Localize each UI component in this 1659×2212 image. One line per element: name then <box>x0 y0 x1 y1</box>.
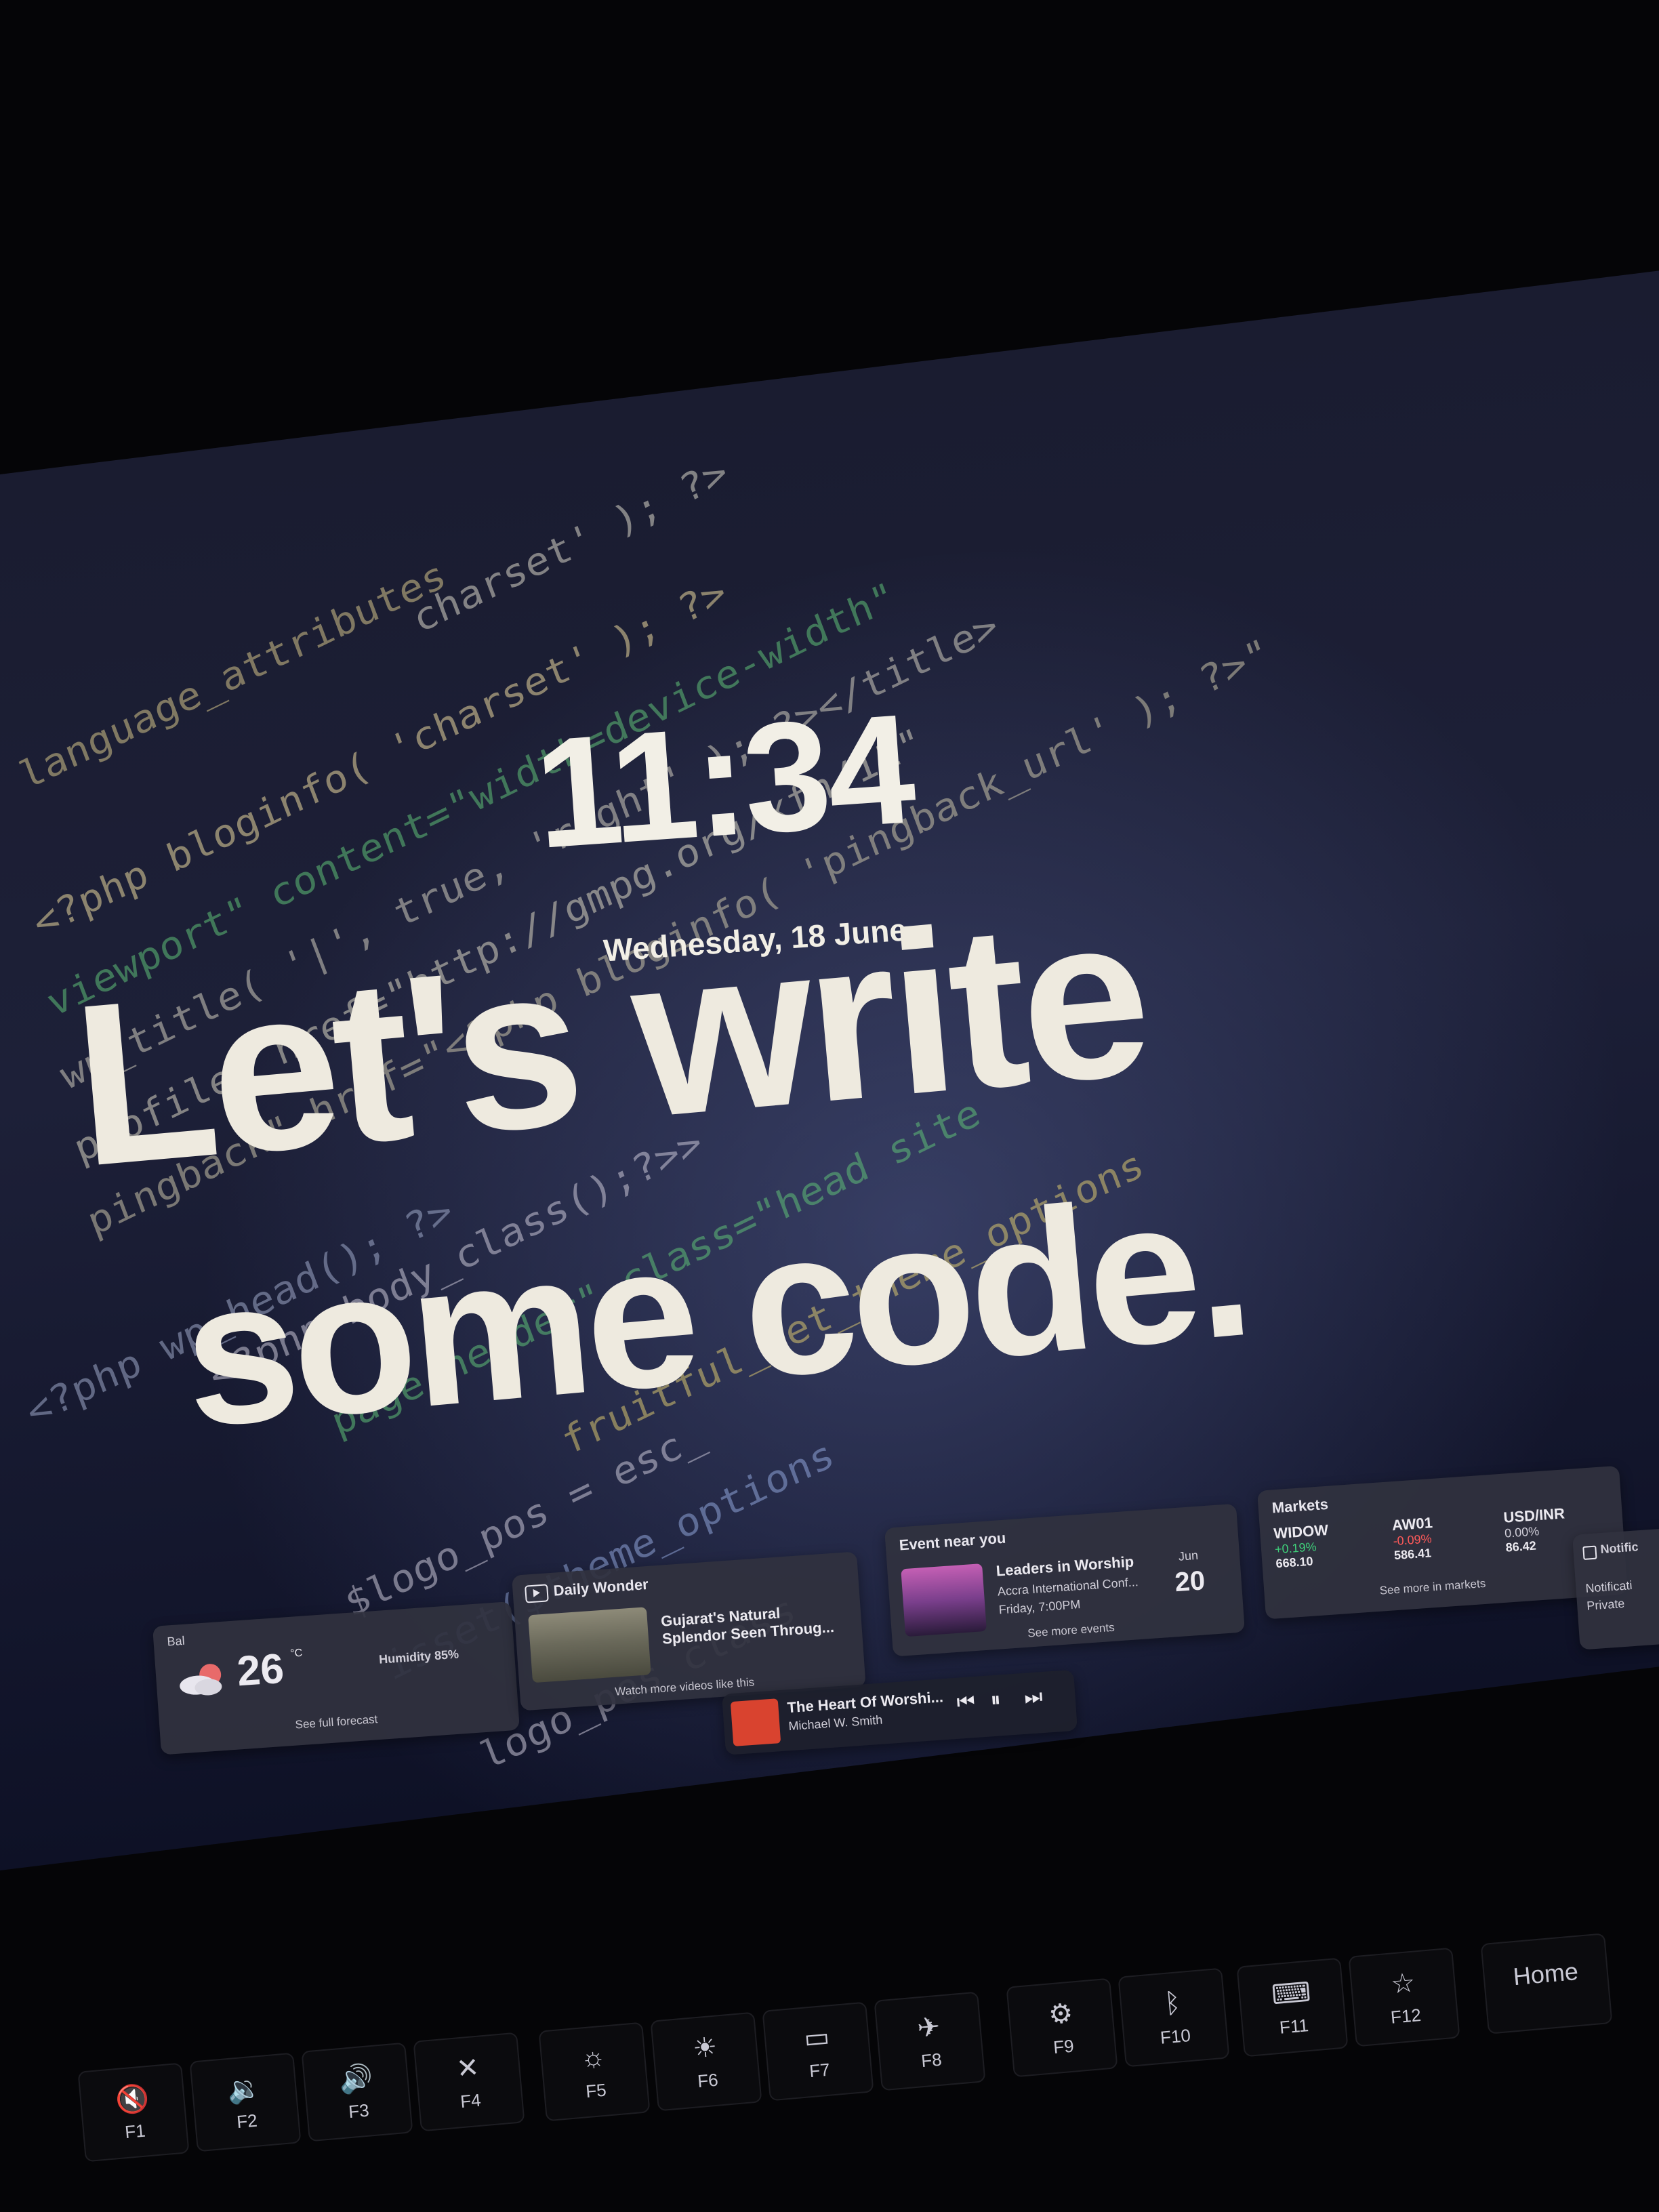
volume-down-icon: 🔉 <box>226 2072 263 2106</box>
markets-title: Markets <box>1271 1495 1329 1517</box>
key-f9[interactable]: ⚙ F9 <box>1006 1978 1118 2078</box>
key-label: F3 <box>348 2100 370 2123</box>
market-ticker-widow[interactable]: WIDOW +0.19% 668.10 <box>1273 1518 1378 1571</box>
notifications-widget[interactable]: Notific Notificati Private <box>1572 1527 1659 1650</box>
bluetooth-icon: ᛒ <box>1163 1988 1183 2020</box>
key-label: Home <box>1512 1957 1580 1991</box>
notifications-line2: Private <box>1586 1596 1625 1613</box>
track-title: The Heart Of Worshi... <box>786 1688 944 1717</box>
key-f3[interactable]: 🔊 F3 <box>301 2042 413 2142</box>
key-f8[interactable]: ✈ F8 <box>874 1991 986 2091</box>
notifications-title: Notific <box>1599 1540 1639 1557</box>
key-f4[interactable]: ✕ F4 <box>413 2032 525 2132</box>
weather-location: Bal <box>166 1633 186 1649</box>
laptop-keyboard: 🔇 F1 🔉 F2 🔊 F3 ✕ F4 ☼ F5 ☀ F6 ▭ F7 ✈ F8 … <box>0 1933 1659 2212</box>
event-day: 20 <box>1174 1565 1206 1598</box>
key-f7[interactable]: ▭ F7 <box>762 2001 874 2102</box>
volume-up-icon: 🔊 <box>337 2062 375 2096</box>
market-ticker-aw01[interactable]: AW01 -0.09% 586.41 <box>1391 1510 1496 1563</box>
key-label: F5 <box>585 2079 607 2102</box>
key-label: F4 <box>459 2089 482 2112</box>
key-label: F11 <box>1278 2015 1310 2038</box>
event-time: Friday, 7:00PM <box>998 1597 1081 1617</box>
daily-wonder-headline[interactable]: Gujarat's Natural Splendor Seen Throug..… <box>660 1601 834 1648</box>
album-art <box>730 1698 781 1746</box>
brightness-up-icon: ☀ <box>691 2032 719 2064</box>
landscape-thumbnail[interactable] <box>528 1607 651 1683</box>
event-widget-title: Event near you <box>898 1529 1007 1554</box>
notifications-line1: Notificati <box>1584 1578 1633 1595</box>
daily-wonder-widget[interactable]: Daily Wonder Gujarat's Natural Splendor … <box>512 1551 866 1711</box>
keyboard-icon: ⌨ <box>1270 1977 1312 2011</box>
key-f12[interactable]: ☆ F12 <box>1348 1947 1460 2047</box>
settings-icon: ⚙ <box>1047 1998 1075 2030</box>
pause-icon[interactable]: ⏸ <box>989 1688 1001 1712</box>
key-home[interactable]: Home <box>1480 1933 1613 2034</box>
previous-track-icon[interactable]: ⏮ <box>956 1690 976 1715</box>
airplane-icon: ✈ <box>916 2011 941 2044</box>
event-thumbnail[interactable] <box>901 1563 987 1637</box>
see-more-in-markets-link[interactable]: See more in markets <box>1379 1577 1486 1598</box>
key-label: F12 <box>1389 2004 1422 2028</box>
weather-widget[interactable]: Bal 26 °C Humidity 85% See full forecast <box>152 1601 520 1755</box>
key-label: F2 <box>236 2110 258 2133</box>
weather-temperature: 26 <box>235 1645 286 1696</box>
track-artist: Michael W. Smith <box>787 1713 883 1734</box>
lock-screen-time: 11:34 <box>529 680 918 882</box>
brightness-down-icon: ☼ <box>579 2041 607 2074</box>
weather-humidity: Humidity 85% <box>378 1647 459 1666</box>
display-icon: ▭ <box>802 2022 831 2054</box>
key-label: F1 <box>124 2120 146 2143</box>
event-venue: Accra International Conf... <box>997 1575 1139 1599</box>
mic-off-icon: ✕ <box>455 2052 480 2085</box>
video-icon <box>525 1584 549 1603</box>
key-f1[interactable]: 🔇 F1 <box>77 2062 190 2163</box>
key-f2[interactable]: 🔉 F2 <box>189 2052 302 2152</box>
mute-icon: 🔇 <box>114 2083 151 2116</box>
see-more-events-link[interactable]: See more events <box>1027 1621 1115 1641</box>
key-f6[interactable]: ☀ F6 <box>650 2011 762 2112</box>
next-track-icon[interactable]: ⏭ <box>1023 1685 1043 1710</box>
key-label: F6 <box>697 2069 719 2092</box>
see-full-forecast-link[interactable]: See full forecast <box>295 1713 378 1732</box>
key-label: F8 <box>920 2049 943 2072</box>
event-month: Jun <box>1178 1548 1199 1563</box>
notification-icon <box>1582 1545 1597 1560</box>
partly-cloudy-night-icon <box>174 1658 231 1702</box>
key-f10[interactable]: ᛒ F10 <box>1118 1967 1230 2068</box>
key-f11[interactable]: ⌨ F11 <box>1236 1957 1349 2057</box>
key-f5[interactable]: ☼ F5 <box>538 2022 651 2122</box>
daily-wonder-title: Daily Wonder <box>552 1576 649 1599</box>
key-label: F9 <box>1052 2035 1075 2058</box>
star-icon: ☆ <box>1389 1967 1417 2000</box>
key-label: F10 <box>1159 2024 1192 2048</box>
key-label: F7 <box>808 2059 831 2082</box>
event-widget[interactable]: Event near you Leaders in Worship Accra … <box>884 1503 1245 1657</box>
weather-unit: °C <box>289 1647 303 1660</box>
